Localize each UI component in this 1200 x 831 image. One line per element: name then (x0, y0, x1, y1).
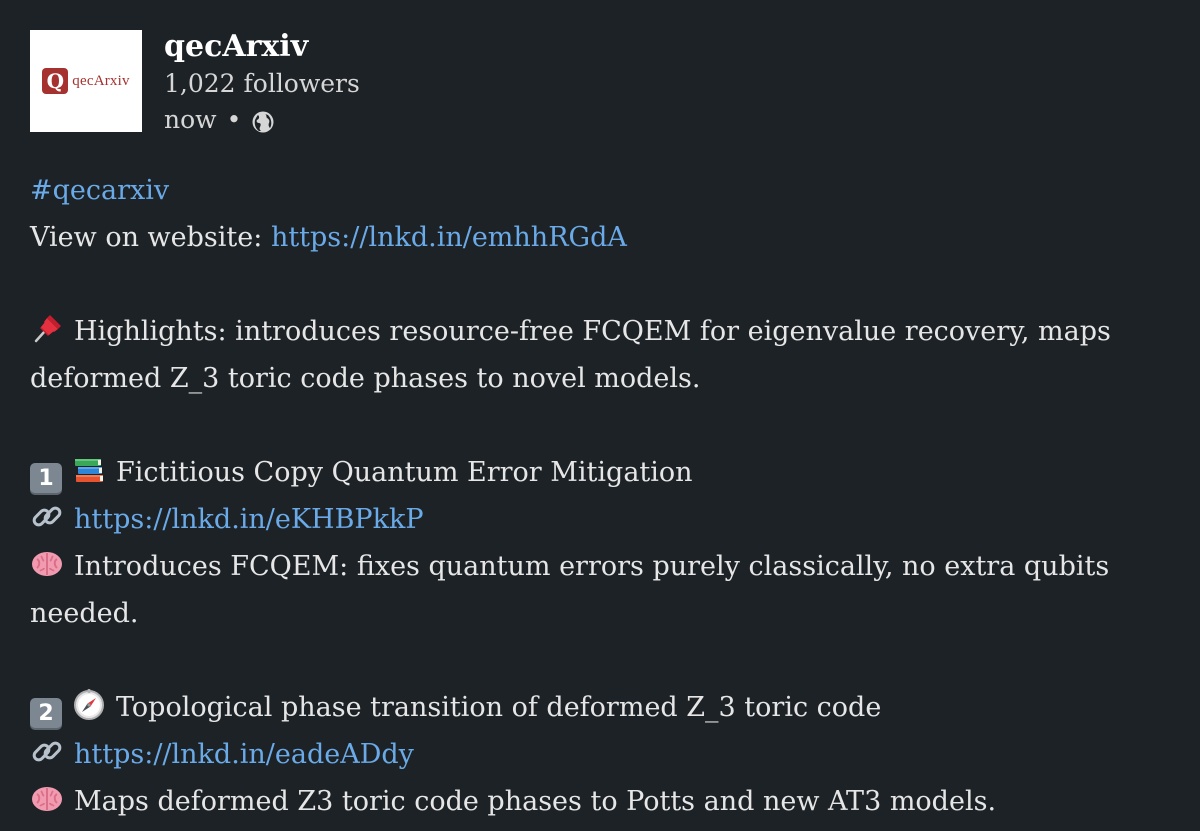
item-link[interactable]: https://lnkd.in/eadeADdy (74, 739, 414, 770)
author-name[interactable]: qecArxiv (164, 28, 360, 66)
logo-mark-group: Q qecArxiv (42, 68, 130, 94)
compass-icon (72, 688, 106, 722)
keycap-one-icon: 1 (30, 463, 62, 495)
feed-post: Q qecArxiv qecArxiv 1,022 followers now … (0, 0, 1200, 822)
meta-separator: • (226, 105, 242, 134)
item-title-row: 1 Fictitious Copy Quantum Error Mitigati… (30, 449, 1170, 496)
post-time: now (164, 105, 217, 134)
globe-icon (251, 108, 275, 133)
brain-icon (30, 547, 64, 581)
link-icon (30, 500, 64, 534)
item-summary-line-1: Introduces FCQEM: fixes quantum errors p… (74, 551, 1110, 582)
item-title-row: 2 Topological phase transition of deform… (30, 684, 1170, 731)
item-title: Topological phase transition of deformed… (116, 692, 882, 723)
item-link-row: https://lnkd.in/eadeADdy (30, 731, 1170, 778)
author-info: qecArxiv 1,022 followers now • (164, 28, 360, 138)
books-icon (72, 453, 106, 487)
item-summary-row: Maps deformed Z3 toric code phases to Po… (30, 778, 1170, 825)
keycap-two-icon: 2 (30, 698, 62, 730)
item-link-row: https://lnkd.in/eKHBPkkP (30, 496, 1170, 543)
item-link[interactable]: https://lnkd.in/eKHBPkkP (74, 504, 423, 535)
item-summary-line-1: Maps deformed Z3 toric code phases to Po… (74, 786, 997, 817)
highlights-line-2: deformed Z_3 toric code phases to novel … (30, 363, 701, 394)
item-title: Fictitious Copy Quantum Error Mitigation (116, 457, 693, 488)
post-body: #qecarxiv View on website: https://lnkd.… (30, 167, 1170, 825)
item-summary-row: Introduces FCQEM: fixes quantum errors p… (30, 543, 1170, 590)
link-icon (30, 735, 64, 769)
follower-count: 1,022 followers (164, 69, 360, 98)
website-link[interactable]: https://lnkd.in/emhhRGdA (271, 222, 627, 253)
logo-q-icon: Q (42, 68, 69, 94)
brain-icon (30, 782, 64, 816)
company-logo[interactable]: Q qecArxiv (30, 30, 142, 132)
post-header: Q qecArxiv qecArxiv 1,022 followers now … (30, 29, 360, 134)
hashtag-link[interactable]: #qecarxiv (30, 175, 169, 206)
post-meta: now • (164, 102, 360, 138)
highlights-line-1: Highlights: introduces resource-free FCQ… (74, 316, 1111, 347)
pushpin-icon (30, 312, 64, 346)
item-summary-line-2: needed. (30, 598, 139, 629)
logo-wordmark: qecArxiv (72, 72, 130, 89)
view-label: View on website: (30, 222, 271, 253)
